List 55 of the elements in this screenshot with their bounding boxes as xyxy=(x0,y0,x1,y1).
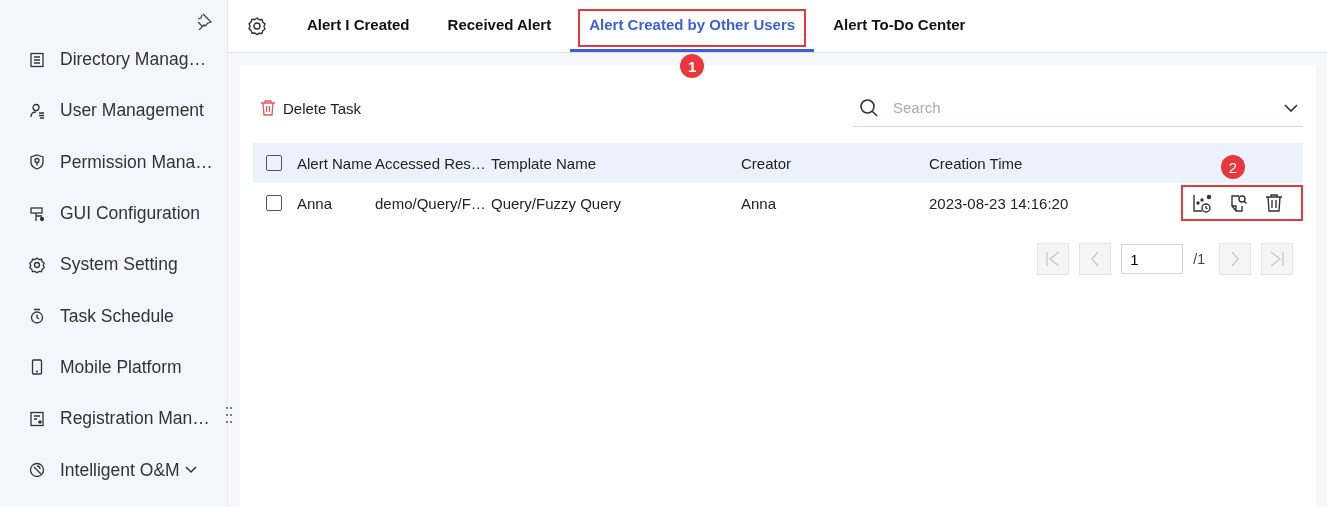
sidebar-item[interactable]: Directory Manag… xyxy=(0,34,227,86)
paint-roller-icon xyxy=(28,204,46,223)
sidebar-item[interactable]: Intelligent O&M xyxy=(0,444,227,496)
user-icon xyxy=(28,101,46,120)
sidebar-item-label: User Management xyxy=(60,100,204,122)
drag-handle-icon[interactable] xyxy=(225,406,233,424)
column-header: Alert Name xyxy=(297,154,374,172)
column-header: Template Name xyxy=(491,154,598,172)
column-header: Accessed Res… xyxy=(375,154,487,172)
sidebar-item-label: Permission Mana… xyxy=(60,151,213,173)
list-icon xyxy=(28,50,46,69)
settings-icon xyxy=(28,255,46,274)
column-header: Creator xyxy=(741,154,793,172)
table-cell-text: Query/Fuzzy Query xyxy=(491,194,623,212)
sidebar-item[interactable]: Task Schedule xyxy=(0,290,227,342)
sidebar-item[interactable]: User Management xyxy=(0,85,227,137)
column-header: Creation Time xyxy=(929,154,1024,172)
sidebar-item-label: Task Schedule xyxy=(60,305,174,327)
chevron-right-icon xyxy=(1229,250,1241,268)
settings-icon[interactable] xyxy=(246,15,268,37)
sidebar-item[interactable]: System Setting xyxy=(0,239,227,291)
trash-icon[interactable] xyxy=(1263,192,1285,214)
tab[interactable]: Alert To-Do Center xyxy=(814,0,985,52)
last-page-icon xyxy=(1268,250,1286,268)
timer-icon xyxy=(28,307,46,326)
table-cell-text: demo/Query/F… xyxy=(375,194,487,212)
sidebar-item[interactable]: GUI Configuration xyxy=(0,187,227,240)
select-all-checkbox[interactable] xyxy=(266,155,282,171)
tab[interactable]: Received Alert xyxy=(428,0,571,52)
sidebar-item[interactable]: Registration Man… xyxy=(0,393,227,445)
table-cell-text: 2023-08-23 14:16:20 xyxy=(929,194,1070,212)
sidebar-item-label: System Setting xyxy=(60,254,178,276)
search-icon xyxy=(859,97,879,118)
tab[interactable]: Alert I Created xyxy=(288,0,429,52)
delete-task-button[interactable]: Delete Task xyxy=(253,99,368,117)
table-cell-text: Anna xyxy=(297,194,334,212)
form-icon xyxy=(28,409,46,428)
shield-icon xyxy=(28,153,46,172)
table-cell-text: Anna xyxy=(741,194,778,212)
page-total: /1 xyxy=(1193,251,1205,267)
trash-icon xyxy=(259,99,277,117)
sidebar-item-label: Registration Man… xyxy=(60,408,210,430)
sidebar-item-label: Intelligent O&M xyxy=(60,459,180,481)
chevron-left-icon xyxy=(1089,250,1102,268)
chevron-down-icon[interactable] xyxy=(1283,102,1299,113)
row-checkbox[interactable] xyxy=(266,195,282,211)
step-marker: 1 xyxy=(680,54,705,78)
pin-icon[interactable] xyxy=(195,12,213,30)
sidebar-item[interactable]: Permission Mana… xyxy=(0,136,227,188)
sidebar-item-label: Directory Manag… xyxy=(60,49,206,71)
page-number-field[interactable]: 1 xyxy=(1121,244,1184,274)
sidebar-item[interactable]: Mobile Platform xyxy=(0,341,227,394)
sidebar-item-label: GUI Configuration xyxy=(60,203,201,225)
chart-clock-icon[interactable] xyxy=(1191,192,1213,214)
sidebar-item-label: Mobile Platform xyxy=(60,356,182,378)
